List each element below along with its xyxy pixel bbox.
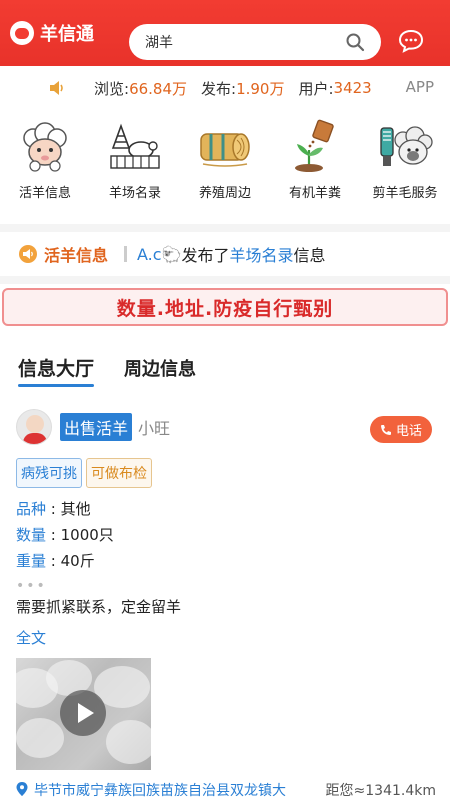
tag-inspection: 可做布检 — [86, 458, 152, 488]
app-header: 羊信通 湖羊 — [0, 0, 450, 66]
users-value: 3423 — [333, 79, 372, 97]
announcement-icon — [19, 245, 37, 263]
section-divider — [0, 276, 450, 284]
ticker-category-link[interactable]: 羊场名录 — [230, 242, 294, 266]
views-value: 66.84万 — [129, 79, 188, 98]
field-quantity: 数量 : 1000只 — [16, 526, 114, 544]
more-dots: ••• — [16, 578, 47, 594]
category-label: 剪羊毛服务 — [372, 186, 438, 201]
posts-label: 发布: — [201, 79, 237, 98]
hay-bale-icon — [200, 133, 250, 167]
post-header: 出售活羊 小旺 电话 — [16, 408, 436, 446]
sheep-logo-icon — [10, 21, 34, 45]
app-download-link[interactable]: APP — [406, 78, 434, 96]
field-value: 40斤 — [60, 552, 95, 570]
post-description: 需要抓紧联系，定金留羊 — [16, 598, 182, 616]
category-grid: 活羊信息 羊场名录 养殖周边 有机羊粪 剪羊毛服务 — [0, 112, 450, 212]
post-tags: 病残可挑 可做布检 — [16, 458, 436, 488]
ticker-text-end: 信息 — [293, 246, 326, 265]
category-farm-directory[interactable]: 羊场名录 — [90, 112, 180, 212]
post-fields: 品种 : 其他 数量 : 1000只 重量 : 40斤 — [16, 496, 436, 574]
ticker-text-mid: 发布了 — [181, 246, 230, 265]
distance-text: 距您≈1341.4km — [325, 783, 436, 799]
play-icon[interactable] — [60, 690, 106, 736]
post-location-row: 毕节市威宁彝族回族苗族自治县双龙镇大 距您≈1341.4km — [16, 780, 436, 800]
speaker-icon — [50, 81, 63, 95]
category-label: 有机羊粪 — [288, 186, 341, 201]
post-card[interactable]: 出售活羊 小旺 电话 病残可挑 可做布检 品种 : 其他 数量 : 1000只 … — [16, 408, 436, 770]
category-organic-manure[interactable]: 有机羊粪 — [270, 112, 360, 212]
location-text[interactable]: 毕节市威宁彝族回族苗族自治县双龙镇大 — [34, 780, 324, 800]
field-value: 1000只 — [60, 526, 114, 544]
location-pin-icon — [16, 782, 28, 796]
fertilizer-icon — [295, 119, 334, 172]
field-breed: 品种 : 其他 — [16, 500, 91, 518]
tag-selectable: 病残可挑 — [16, 458, 82, 488]
field-key: 品种 — [16, 500, 47, 518]
search-icon[interactable] — [345, 32, 365, 52]
message-icon[interactable] — [398, 29, 424, 53]
ticker-divider — [124, 246, 128, 262]
post-type-badge: 出售活羊 — [60, 413, 133, 441]
search-input[interactable]: 湖羊 — [129, 24, 381, 60]
views-label: 浏览: — [94, 79, 130, 98]
field-value: 其他 — [60, 500, 91, 518]
category-label: 活羊信息 — [18, 186, 71, 201]
ticker-title: 活羊信息 — [44, 246, 109, 265]
phone-icon — [380, 424, 391, 435]
category-breeding-supplies[interactable]: 养殖周边 — [180, 112, 270, 212]
category-label: 羊场名录 — [108, 186, 161, 201]
post-username[interactable]: 小旺 — [138, 415, 170, 439]
feed-tabs: 信息大厅 周边信息 — [18, 354, 226, 387]
stats-bar: 浏览: 66.84万 发布: 1.90万 用户: 3423 APP — [0, 66, 450, 110]
section-divider — [0, 224, 450, 232]
search-value[interactable]: 湖羊 — [145, 32, 345, 52]
field-key: 重量 — [16, 552, 47, 570]
call-button[interactable]: 电话 — [369, 416, 432, 443]
full-text-link[interactable]: 全文 — [16, 627, 436, 648]
warning-text: 数量.地址.防疫自行甄别 — [116, 297, 334, 320]
category-live-sheep[interactable]: 活羊信息 — [0, 112, 90, 212]
news-ticker[interactable]: 活羊信息 A.c🐑 发布了 羊场名录 信息 — [0, 236, 450, 272]
tab-nearby-info[interactable]: 周边信息 — [124, 355, 196, 387]
avatar[interactable] — [16, 409, 52, 445]
field-weight: 重量 : 40斤 — [16, 552, 95, 570]
posts-value: 1.90万 — [236, 79, 285, 98]
category-label: 养殖周边 — [198, 186, 251, 201]
app-name: 羊信通 — [40, 24, 94, 45]
category-shearing-service[interactable]: 剪羊毛服务 — [360, 112, 450, 212]
ticker-user[interactable]: A.c🐑 — [137, 245, 181, 264]
post-video-thumbnail[interactable] — [16, 658, 151, 770]
shearing-icon — [380, 126, 433, 166]
warning-banner: 数量.地址.防疫自行甄别 — [2, 288, 448, 326]
tab-info-hall[interactable]: 信息大厅 — [18, 354, 95, 387]
field-key: 数量 — [16, 526, 47, 544]
users-label: 用户: — [298, 79, 334, 98]
farm-icon — [110, 123, 160, 169]
sheep-icon — [23, 122, 67, 172]
call-label: 电话 — [395, 424, 422, 439]
app-logo[interactable]: 羊信通 — [10, 20, 118, 46]
